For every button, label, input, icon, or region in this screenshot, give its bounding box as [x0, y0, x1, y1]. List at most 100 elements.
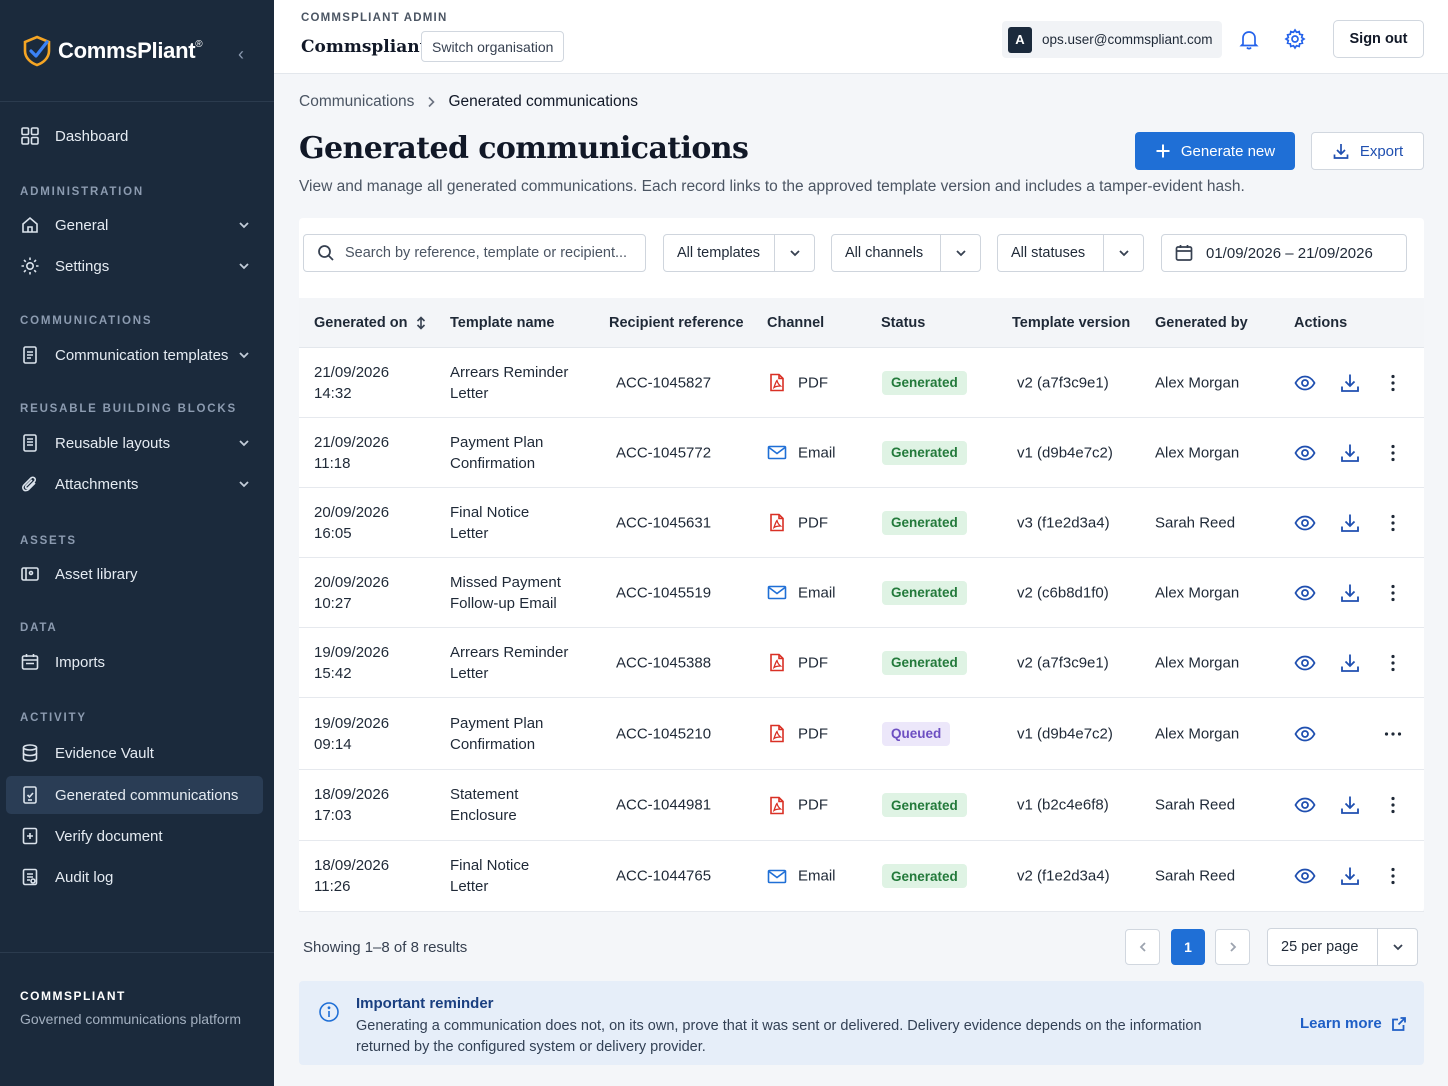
view-button[interactable]	[1294, 723, 1316, 745]
row-menu-button[interactable]	[1382, 442, 1404, 464]
template-version-cell[interactable]: v2 (a7f3c9e1)	[1017, 372, 1109, 393]
row-menu-button[interactable]	[1382, 512, 1404, 534]
gear-icon[interactable]	[1284, 28, 1306, 50]
org-name: Commspliant	[301, 37, 428, 57]
template-version-cell[interactable]: v1 (b2c4e6f8)	[1017, 795, 1109, 816]
template-version-cell[interactable]: v3 (f1e2d3a4)	[1017, 512, 1110, 533]
download-button[interactable]	[1339, 582, 1361, 604]
view-button[interactable]	[1294, 865, 1316, 887]
email-icon	[767, 585, 787, 600]
template-name-cell[interactable]: Arrears Reminder Letter	[450, 362, 568, 404]
page-1-button[interactable]: 1	[1171, 929, 1205, 965]
breadcrumb-communications[interactable]: Communications	[299, 93, 414, 111]
file-plus-icon	[22, 827, 38, 845]
eye-icon	[1294, 655, 1316, 670]
sign-out-button[interactable]: Sign out	[1333, 20, 1424, 58]
sidebar-item-asset-library[interactable]: Asset library	[6, 555, 263, 593]
commspliant-logo-icon	[23, 35, 51, 66]
template-name-cell[interactable]: Statement Enclosure	[450, 784, 518, 826]
generated-by-cell: Sarah Reed	[1155, 867, 1236, 885]
table-row[interactable]: 18/09/2026 17:03 Statement Enclosure ACC-104…	[299, 770, 1424, 841]
table-row[interactable]: 21/09/2026 14:32 Arrears Reminder Letter ACC…	[299, 348, 1424, 418]
generated-on-cell: 21/09/2026 14:32	[314, 362, 389, 404]
table-row[interactable]: 19/09/2026 15:42 Arrears Reminder Letter ACC…	[299, 628, 1424, 698]
sidebar-item-dashboard[interactable]: Dashboard	[6, 117, 263, 155]
sidebar-item-evidence-vault[interactable]: Evidence Vault	[6, 734, 263, 772]
template-version-cell[interactable]: v2 (f1e2d3a4)	[1017, 866, 1110, 887]
template-version-cell[interactable]: v1 (d9b4e7c2)	[1017, 723, 1113, 744]
statuses-filter[interactable]: All statuses	[997, 234, 1144, 272]
sidebar-item-general[interactable]: General	[6, 206, 263, 244]
learn-more-link[interactable]: Learn more	[1300, 1015, 1407, 1032]
next-page-button[interactable]	[1215, 929, 1250, 965]
more-actions-button[interactable]	[1382, 723, 1404, 745]
template-name-cell[interactable]: Payment Plan Confirmation	[450, 432, 543, 474]
table-row[interactable]: 18/09/2026 11:26 Final Notice Letter ACC-104…	[299, 841, 1424, 912]
view-button[interactable]	[1294, 582, 1316, 604]
view-button[interactable]	[1294, 794, 1316, 816]
row-menu-button[interactable]	[1382, 372, 1404, 394]
date-range-picker[interactable]: 01/09/2026 – 21/09/2026	[1161, 234, 1407, 272]
per-page-select[interactable]: 25 per page	[1267, 928, 1418, 966]
export-button[interactable]: Export	[1311, 132, 1424, 170]
templates-filter[interactable]: All templates	[663, 234, 815, 272]
row-menu-button[interactable]	[1382, 865, 1404, 887]
status-badge: Generated	[882, 580, 967, 605]
recipient-reference-cell: ACC-1045210	[616, 725, 712, 742]
search-field[interactable]	[303, 234, 646, 272]
template-name-cell[interactable]: Missed Payment Follow-up Email	[450, 572, 561, 614]
template-version-cell[interactable]: v1 (d9b4e7c2)	[1017, 442, 1113, 463]
template-name-cell[interactable]: Final Notice Letter	[450, 855, 529, 897]
collapse-sidebar-icon[interactable]: ‹	[238, 44, 244, 65]
brand[interactable]: CommsPliant ®	[0, 0, 274, 102]
switch-organisation-button[interactable]: Switch organisation	[421, 31, 565, 62]
sidebar-item-attachments[interactable]: Attachments	[6, 465, 263, 503]
section-label-activity: ACTIVITY	[20, 712, 87, 724]
sidebar-item-verify-document[interactable]: Verify document	[6, 817, 263, 855]
section-label-administration: ADMINISTRATION	[20, 186, 145, 198]
user-menu[interactable]: A ops.user@commspliant.com	[1002, 21, 1222, 58]
view-button[interactable]	[1294, 652, 1316, 674]
sidebar-item-audit-log[interactable]: Audit log	[6, 858, 263, 896]
email-icon	[767, 869, 787, 883]
bell-icon[interactable]	[1238, 28, 1260, 50]
view-button[interactable]	[1294, 512, 1316, 534]
download-button[interactable]	[1339, 442, 1361, 464]
table-row[interactable]: 20/09/2026 10:27 Missed Payment Follow-up E…	[299, 558, 1424, 628]
download-button[interactable]	[1339, 652, 1361, 674]
table-row[interactable]: 20/09/2026 16:05 Final Notice Letter ACC-104…	[299, 488, 1424, 558]
table-row[interactable]: 21/09/2026 11:18 Payment Plan Confirmation A…	[299, 418, 1424, 488]
download-icon	[1333, 144, 1349, 159]
template-name-cell[interactable]: Payment Plan Confirmation	[450, 713, 543, 755]
eye-icon	[1294, 515, 1316, 530]
search-input[interactable]	[345, 245, 635, 261]
template-name-cell[interactable]: Final Notice Letter	[450, 502, 529, 544]
sidebar-item-settings[interactable]: Settings	[6, 247, 263, 285]
download-icon	[1341, 514, 1359, 532]
table-row[interactable]: 19/09/2026 09:14 Payment Plan Confirmation A…	[299, 698, 1424, 770]
download-button[interactable]	[1339, 512, 1361, 534]
sidebar-item-templates[interactable]: Communication templates	[6, 336, 263, 374]
generate-new-button[interactable]: Generate new	[1135, 132, 1295, 170]
sidebar-item-imports[interactable]: Imports	[6, 643, 263, 681]
previous-page-button[interactable]	[1125, 929, 1160, 965]
column-template-name: Template name	[450, 315, 555, 331]
row-menu-button[interactable]	[1382, 652, 1404, 674]
row-menu-button[interactable]	[1382, 582, 1404, 604]
template-version-cell[interactable]: v2 (c6b8d1f0)	[1017, 582, 1109, 603]
kebab-icon	[1391, 584, 1395, 601]
column-generated-on[interactable]: Generated on	[314, 315, 427, 331]
sidebar-item-layouts[interactable]: Reusable layouts	[6, 424, 263, 462]
more-horizontal-icon	[1384, 731, 1402, 736]
download-button[interactable]	[1339, 372, 1361, 394]
sidebar-item-generated-communications[interactable]: Generated communications	[6, 776, 263, 814]
view-button[interactable]	[1294, 372, 1316, 394]
template-name-cell[interactable]: Arrears Reminder Letter	[450, 642, 568, 684]
template-version-cell[interactable]: v2 (a7f3c9e1)	[1017, 652, 1109, 673]
channels-filter[interactable]: All channels	[831, 234, 981, 272]
row-menu-button[interactable]	[1382, 794, 1404, 816]
download-button[interactable]	[1339, 865, 1361, 887]
download-button[interactable]	[1339, 794, 1361, 816]
status-badge: Generated	[882, 440, 967, 465]
view-button[interactable]	[1294, 442, 1316, 464]
